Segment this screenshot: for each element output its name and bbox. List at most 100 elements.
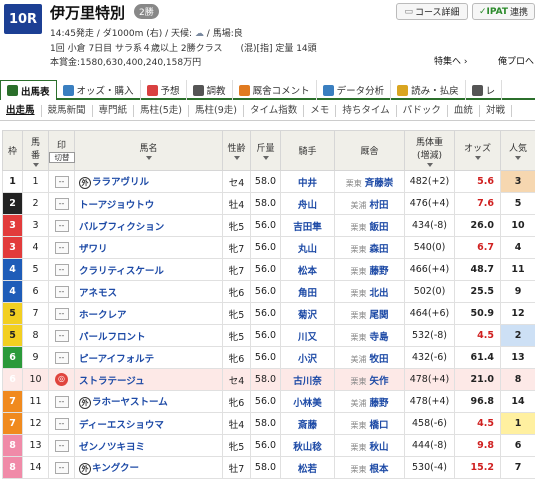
mark-cell[interactable]: --: [48, 170, 75, 193]
tab-7[interactable]: レ: [466, 80, 503, 100]
horse-name-link[interactable]: ストラテージュ: [74, 368, 223, 391]
subtab-1[interactable]: 競馬新聞: [42, 105, 93, 117]
col-sex-age[interactable]: 性齢: [222, 130, 251, 171]
tab-1[interactable]: オッズ・購入: [57, 80, 141, 100]
mark-cell[interactable]: --: [48, 236, 75, 259]
jockey-link[interactable]: 川又: [280, 324, 335, 347]
col-horse-name[interactable]: 馬名: [74, 130, 223, 171]
mark-cell[interactable]: --: [48, 456, 75, 479]
table-row[interactable]: 7 12 -- ディーエスショウマ 牡4 58.0 斎藤 栗東 橋口 458(-6) 4.5 1: [2, 412, 535, 435]
feature-link[interactable]: 特集へ ›: [434, 54, 467, 67]
odds-cell[interactable]: 21.0: [454, 368, 501, 391]
tab-0[interactable]: 出馬表: [0, 80, 57, 100]
table-row[interactable]: 6 10 ◎ ストラテージュ セ4 58.0 古川奈 栗東 矢作 478(+4) 21.0 8: [2, 368, 535, 391]
horse-name-link[interactable]: クラリティスケール: [74, 258, 223, 281]
mark-selector[interactable]: ◎: [55, 373, 68, 386]
jockey-link[interactable]: 菊沢: [280, 302, 335, 325]
mark-selector[interactable]: --: [54, 417, 69, 430]
subtab-7[interactable]: 持ちタイム: [336, 105, 397, 117]
jockey-link[interactable]: 吉田隼: [280, 214, 335, 237]
trainer-cell[interactable]: 栗東 藤野: [334, 258, 405, 281]
jockey-link[interactable]: 古川奈: [280, 368, 335, 391]
horse-name-link[interactable]: バルブフィクション: [74, 214, 223, 237]
jockey-link[interactable]: 松若: [280, 456, 335, 479]
horse-name-link[interactable]: 外キングクー: [74, 456, 223, 479]
horse-name-link[interactable]: ディーエスショウマ: [74, 412, 223, 435]
mark-cell[interactable]: --: [48, 302, 75, 325]
trainer-cell[interactable]: 栗東 秋山: [334, 434, 405, 457]
horse-name-link[interactable]: 外ラホーヤストーム: [74, 390, 223, 413]
subtab-0[interactable]: 出走馬: [0, 105, 42, 117]
jockey-link[interactable]: 松本: [280, 258, 335, 281]
mark-selector[interactable]: --: [54, 241, 69, 254]
jockey-link[interactable]: 中井: [280, 170, 335, 193]
col-odds[interactable]: オッズ: [454, 130, 501, 171]
mark-selector[interactable]: --: [54, 351, 69, 364]
table-row[interactable]: 3 4 -- ザワリ 牝7 56.0 丸山 栗東 森田 540(0) 6.7 4: [2, 236, 535, 259]
mark-cell[interactable]: --: [48, 214, 75, 237]
table-row[interactable]: 8 13 -- ゼンノツキヨミ 牝5 56.0 秋山稔 栗東 秋山 444(-8) 9.8 6: [2, 434, 535, 457]
mark-cell[interactable]: --: [48, 390, 75, 413]
odds-cell[interactable]: 5.6: [454, 170, 501, 193]
trainer-cell[interactable]: 栗東 斉藤崇: [334, 170, 405, 193]
subtab-2[interactable]: 専門紙: [93, 105, 135, 117]
table-row[interactable]: 5 8 -- パールフロント 牝5 56.0 川又 栗東 寺島 532(-8) 4.5 2: [2, 324, 535, 347]
odds-cell[interactable]: 4.5: [454, 324, 501, 347]
mark-selector[interactable]: --: [54, 439, 69, 452]
subtab-5[interactable]: タイム指数: [244, 105, 305, 117]
tab-3[interactable]: 調教: [187, 80, 233, 100]
col-umaban[interactable]: 馬番: [22, 130, 49, 171]
table-row[interactable]: 6 9 -- ピーアイフォルテ 牝6 56.0 小沢 美浦 牧田 432(-6) 61.4 13: [2, 346, 535, 369]
subtab-8[interactable]: パドック: [397, 105, 448, 117]
trainer-cell[interactable]: 栗東 橋口: [334, 412, 405, 435]
odds-cell[interactable]: 7.6: [454, 192, 501, 215]
trainer-cell[interactable]: 美浦 村田: [334, 192, 405, 215]
mark-cell[interactable]: --: [48, 258, 75, 281]
jockey-link[interactable]: 小沢: [280, 346, 335, 369]
odds-cell[interactable]: 48.7: [454, 258, 501, 281]
horse-name-link[interactable]: 外ララアヴリル: [74, 170, 223, 193]
mark-cell[interactable]: --: [48, 346, 75, 369]
mark-selector[interactable]: --: [54, 395, 69, 408]
col-weight[interactable]: 斤量: [250, 130, 281, 171]
ipat-link-button[interactable]: ✓ IPAT 連携: [472, 3, 535, 20]
odds-cell[interactable]: 9.8: [454, 434, 501, 457]
mark-cell[interactable]: --: [48, 434, 75, 457]
table-row[interactable]: 1 1 -- 外ララアヴリル セ4 58.0 中井 栗東 斉藤崇 482(+2) 5.6 3: [2, 170, 535, 193]
mark-cell[interactable]: --: [48, 324, 75, 347]
horse-name-link[interactable]: ホークレア: [74, 302, 223, 325]
trainer-cell[interactable]: 栗東 森田: [334, 236, 405, 259]
jockey-link[interactable]: 斎藤: [280, 412, 335, 435]
odds-cell[interactable]: 6.7: [454, 236, 501, 259]
odds-cell[interactable]: 15.2: [454, 456, 501, 479]
horse-name-link[interactable]: パールフロント: [74, 324, 223, 347]
jockey-link[interactable]: 秋山稔: [280, 434, 335, 457]
odds-cell[interactable]: 50.9: [454, 302, 501, 325]
col-popularity[interactable]: 人気: [500, 130, 535, 171]
subtab-6[interactable]: メモ: [304, 105, 337, 117]
trainer-cell[interactable]: 美浦 藤野: [334, 390, 405, 413]
horse-name-link[interactable]: ピーアイフォルテ: [74, 346, 223, 369]
mark-cell[interactable]: ◎: [48, 368, 75, 391]
col-body-weight[interactable]: 馬体重 (増減): [404, 130, 455, 171]
mark-selector[interactable]: --: [54, 285, 69, 298]
subtab-4[interactable]: 馬柱(9走): [189, 105, 244, 117]
horse-name-link[interactable]: アネモス: [74, 280, 223, 303]
jockey-link[interactable]: 舟山: [280, 192, 335, 215]
tab-2[interactable]: 予想: [141, 80, 187, 100]
odds-cell[interactable]: 25.5: [454, 280, 501, 303]
jockey-link[interactable]: 丸山: [280, 236, 335, 259]
tab-4[interactable]: 厩舎コメント: [233, 80, 317, 100]
table-row[interactable]: 7 11 -- 外ラホーヤストーム 牝6 56.0 小林美 美浦 藤野 478(+4) 96.8 14: [2, 390, 535, 413]
trainer-cell[interactable]: 栗東 尾関: [334, 302, 405, 325]
tab-5[interactable]: データ分析: [317, 80, 392, 100]
mark-selector[interactable]: --: [54, 307, 69, 320]
horse-name-link[interactable]: ザワリ: [74, 236, 223, 259]
horse-name-link[interactable]: ゼンノツキヨミ: [74, 434, 223, 457]
table-row[interactable]: 2 2 -- トーアジョウトウ 牡4 58.0 舟山 美浦 村田 476(+4) 7.6 5: [2, 192, 535, 215]
odds-cell[interactable]: 61.4: [454, 346, 501, 369]
trainer-cell[interactable]: 栗東 根本: [334, 456, 405, 479]
mark-selector[interactable]: --: [54, 219, 69, 232]
tab-6[interactable]: 読み・払戻: [391, 80, 466, 100]
trainer-cell[interactable]: 栗東 寺島: [334, 324, 405, 347]
